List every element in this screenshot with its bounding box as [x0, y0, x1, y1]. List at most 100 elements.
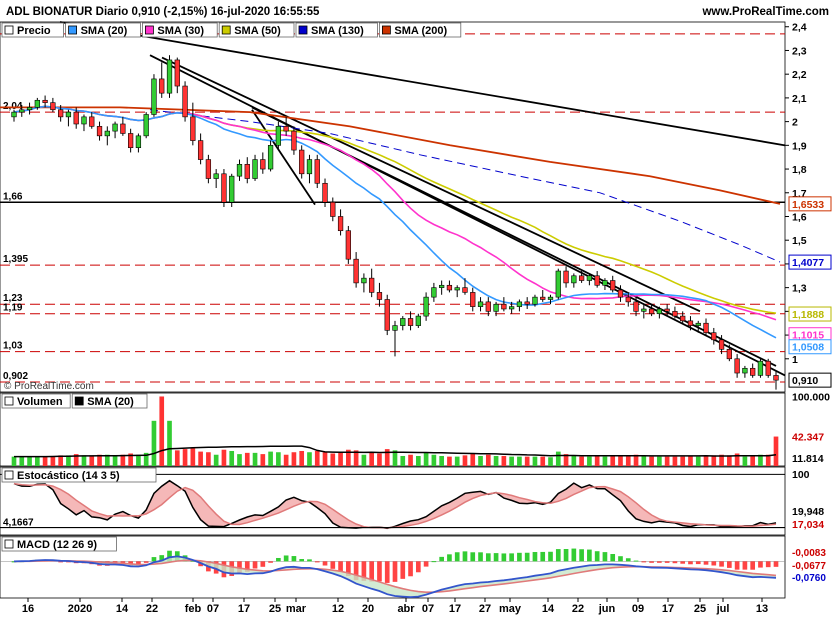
macd-histogram-bar	[773, 561, 779, 567]
volume-bar	[34, 456, 40, 466]
macd-histogram-bar	[439, 556, 444, 562]
volume-bar	[470, 453, 476, 466]
volume-axis-label: 11.814	[792, 453, 824, 465]
volume-bar	[244, 452, 250, 466]
volume-bar	[361, 454, 367, 466]
candle-body	[400, 318, 406, 326]
chart-title: ADL BIONATUR Diario 0,910 (-2,15%) 16-ju…	[6, 6, 320, 18]
volume-bar	[610, 455, 616, 466]
date-tick-label: feb	[185, 603, 202, 615]
macd-histogram-bar	[447, 554, 452, 562]
macd-histogram-bar	[579, 549, 584, 562]
candle-body	[439, 284, 445, 288]
macd-histogram-bar	[524, 552, 530, 562]
macd-histogram-bar	[672, 561, 678, 564]
candle-body	[166, 59, 173, 94]
macd-histogram-bar	[563, 549, 569, 562]
volume-bar	[423, 452, 429, 466]
candle-body	[34, 99, 40, 108]
price-badge-label: 1,4077	[792, 257, 824, 269]
price-tick-label: 2	[792, 117, 798, 129]
volume-bar	[517, 456, 522, 466]
candle-body	[462, 287, 468, 293]
volume-bar	[625, 455, 631, 466]
macd-histogram-bar	[252, 561, 258, 569]
candle-body	[540, 296, 546, 300]
macd-legend-swatch	[4, 539, 14, 549]
volume-bar	[447, 456, 452, 466]
macd-histogram-bar	[727, 561, 732, 568]
volume-bar	[548, 457, 553, 466]
candle-body	[610, 280, 616, 291]
candle-body	[431, 287, 437, 298]
macd-histogram-bar	[649, 561, 654, 563]
date-tick-label: may	[499, 603, 522, 615]
watermark: © ProRealTime.com	[4, 381, 94, 392]
price-tick-label: 1,3	[792, 283, 807, 295]
volume-bar	[485, 454, 491, 466]
candle-body	[369, 277, 375, 293]
candle-body	[695, 322, 701, 326]
candle-body	[423, 296, 429, 317]
macd-histogram-bar	[501, 553, 507, 562]
candle-body	[151, 78, 157, 115]
candle-body	[128, 133, 134, 149]
volume-bar	[408, 454, 413, 466]
candle-body	[19, 109, 25, 113]
price-tick-label: 2,2	[792, 69, 807, 81]
volume-legend-label: SMA (20)	[87, 396, 134, 408]
macd-histogram-bar	[695, 561, 701, 565]
candle-body	[275, 126, 282, 146]
macd-histogram-bar	[408, 561, 413, 577]
candle-body	[314, 159, 320, 184]
volume-bar	[42, 456, 48, 466]
candle-body	[322, 182, 328, 203]
candle-body	[291, 130, 297, 151]
macd-histogram-bar	[307, 559, 312, 562]
volume-bar	[198, 451, 203, 466]
level-label: 1,395	[3, 254, 28, 265]
candle-body	[252, 159, 258, 179]
macd-histogram-bar	[765, 561, 771, 568]
volume-bar	[657, 456, 662, 466]
price-legend-label: SMA (20)	[81, 25, 128, 37]
macd-histogram-bar	[509, 553, 514, 562]
candle-body	[602, 280, 608, 286]
volume-bar	[478, 455, 483, 466]
date-tick-label: 27	[479, 603, 491, 615]
candle-body	[687, 320, 694, 326]
price-tick-label: 2,1	[792, 93, 807, 105]
macd-histogram-bar	[703, 561, 709, 565]
price-legend-swatch	[4, 25, 14, 35]
macd-legend-label: MACD (12 26 9)	[17, 539, 97, 551]
candle-body	[159, 78, 165, 94]
site-link[interactable]: www.ProRealTime.com	[701, 6, 829, 18]
macd-histogram-bar	[680, 561, 686, 564]
macd-histogram-bar	[377, 561, 382, 582]
macd-histogram-bar	[587, 549, 592, 562]
volume-bar	[664, 456, 670, 466]
price-tick-label: 1,6	[792, 211, 807, 223]
candle-body	[407, 318, 414, 326]
volume-bar	[213, 454, 219, 466]
volume-bar	[727, 455, 732, 466]
candle-body	[563, 270, 569, 284]
macd-histogram-bar	[493, 553, 499, 562]
volume-bar	[276, 452, 281, 466]
candle-body	[742, 367, 748, 374]
candle-body	[42, 99, 48, 103]
candle-body	[50, 102, 56, 111]
price-legend-label: SMA (200)	[394, 25, 447, 37]
candle-body	[641, 308, 647, 312]
candle-body	[361, 277, 367, 284]
price-badge-label: 1,1888	[792, 309, 824, 321]
candle-body	[120, 123, 126, 134]
volume-bar	[182, 449, 188, 466]
volume-bar	[252, 452, 258, 466]
macd-histogram-bar	[330, 561, 336, 569]
volume-bar	[415, 455, 421, 466]
volume-bar	[299, 450, 305, 466]
volume-bar	[501, 455, 507, 466]
date-tick-label: 14	[542, 603, 555, 615]
volume-bar	[190, 448, 196, 466]
